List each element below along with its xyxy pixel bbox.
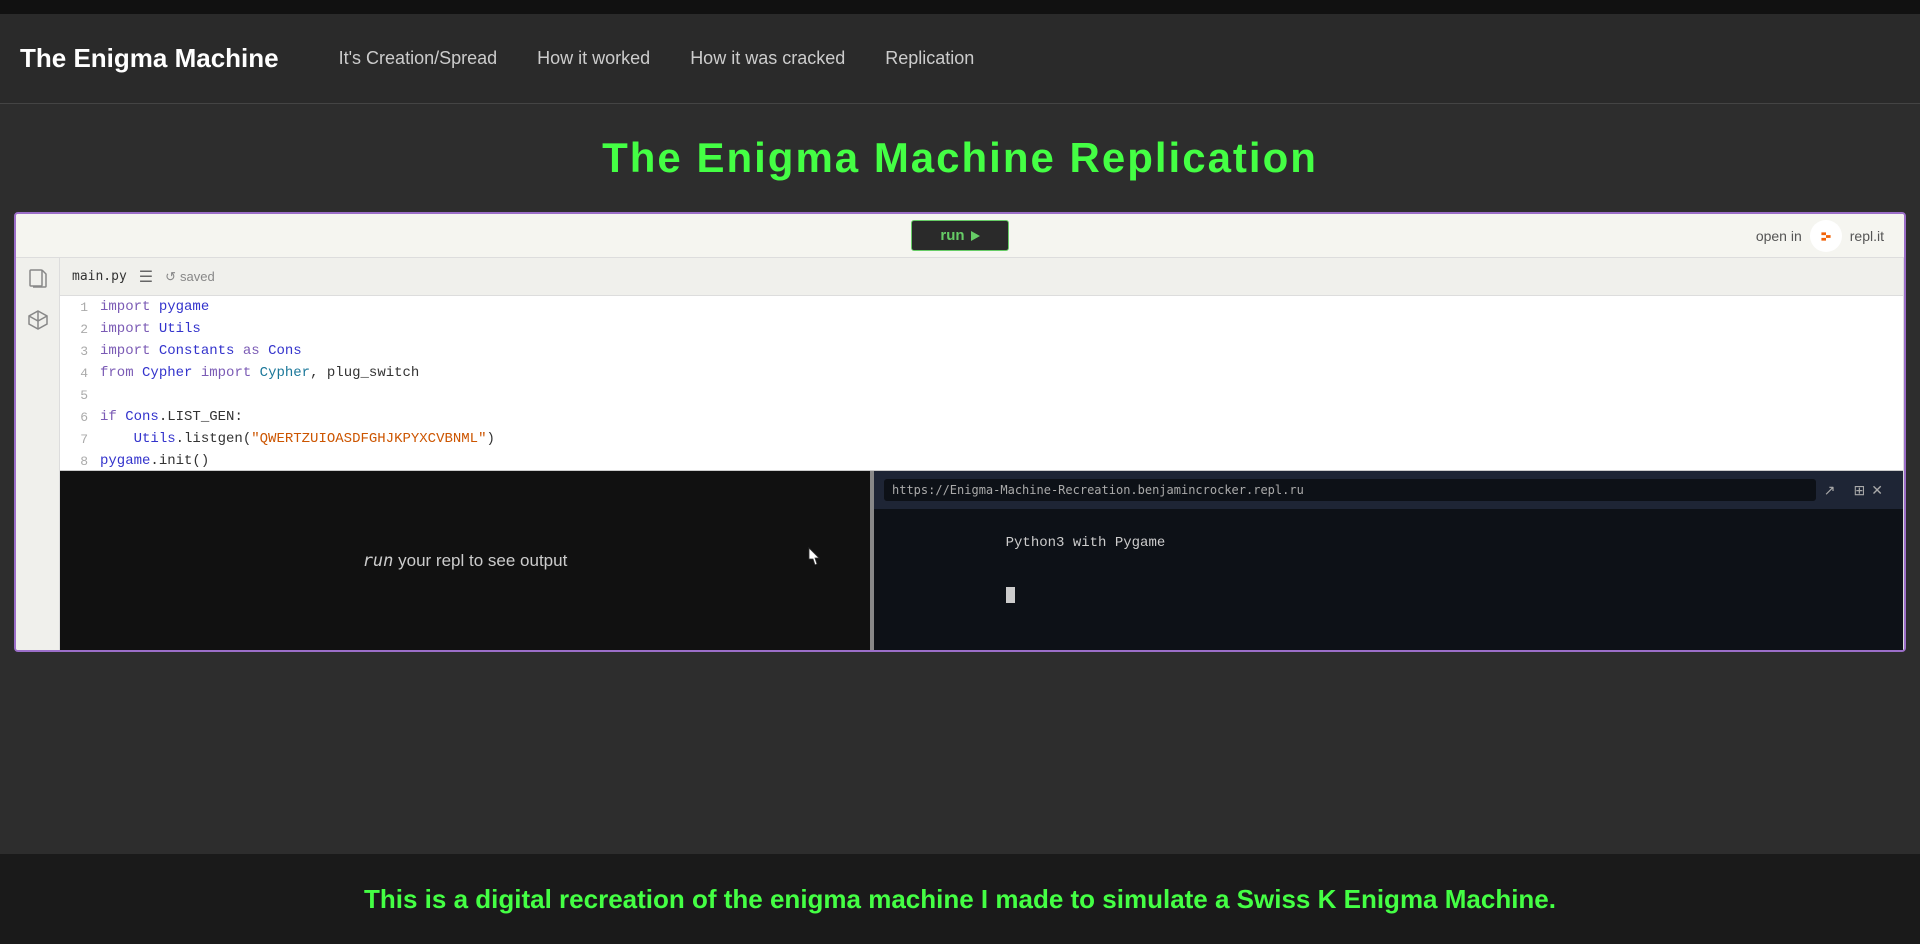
nav-link-replication[interactable]: Replication (885, 48, 974, 69)
run-button[interactable]: run (911, 220, 1008, 251)
open-in-repl[interactable]: open in repl.it (1756, 220, 1884, 252)
repl-container: run open in repl.it (14, 212, 1906, 652)
footer-text: This is a digital recreation of the enig… (324, 884, 1596, 915)
code-lines: 1 import pygame 2 import Utils 3 import … (60, 296, 1903, 470)
code-line-8: 8 pygame.init() (60, 450, 1903, 470)
code-line-5: 5 (60, 384, 1903, 406)
repl-logo (1810, 220, 1842, 252)
nav-link-how-cracked[interactable]: How it was cracked (690, 48, 845, 69)
browser-panel: ↗ ⊞ ✕ Python3 with Pygame (874, 471, 1903, 650)
repl-site-label: repl.it (1850, 228, 1884, 244)
saved-text: saved (180, 269, 215, 284)
file-icon[interactable] (26, 268, 50, 292)
cube-icon[interactable] (26, 308, 50, 332)
repl-sidebar (16, 258, 60, 650)
console-panel: run your repl to see output (60, 471, 870, 650)
code-line-2: 2 import Utils (60, 318, 1903, 340)
play-icon (971, 231, 980, 241)
console-run-word: run (363, 551, 394, 571)
code-line-6: 6 if Cons.LIST_GEN: (60, 406, 1903, 428)
saved-indicator: ↺ saved (165, 269, 215, 285)
repl-top-bar: run open in repl.it (16, 214, 1904, 258)
editor-tab-bar: main.py ☰ ↺ saved (60, 258, 1903, 296)
page-title-section: The Enigma Machine Replication (0, 104, 1920, 202)
code-line-1: 1 import pygame (60, 296, 1903, 318)
code-line-4: 4 from Cypher import Cypher, plug_switch (60, 362, 1903, 384)
bottom-panel: run your repl to see output ↗ (60, 470, 1903, 650)
run-label: run (940, 227, 964, 244)
browser-content: Python3 with Pygame (874, 509, 1903, 650)
nav-link-how-worked[interactable]: How it worked (537, 48, 650, 69)
code-area[interactable]: 1 import pygame 2 import Utils 3 import … (60, 296, 1903, 470)
open-in-label: open in (1756, 228, 1802, 244)
top-bar (0, 0, 1920, 14)
nav-link-creation[interactable]: It's Creation/Spread (339, 48, 498, 69)
page-title: The Enigma Machine Replication (0, 134, 1920, 182)
refresh-icon: ↺ (165, 269, 176, 285)
editor-menu-icon[interactable]: ☰ (139, 267, 153, 287)
terminal-output: Python3 with Pygame (888, 519, 1889, 619)
editor-tab-main-py[interactable]: main.py (72, 269, 127, 284)
address-input[interactable] (884, 479, 1816, 501)
browser-address-bar: ↗ ⊞ ✕ (874, 471, 1903, 509)
code-line-3: 3 import Constants as Cons (60, 340, 1903, 362)
browser-close-icon[interactable]: ✕ (1871, 482, 1883, 499)
code-editor: main.py ☰ ↺ saved 1 import pygame 2 impo… (60, 258, 1904, 650)
site-title: The Enigma Machine (20, 43, 279, 74)
navigation: The Enigma Machine It's Creation/Spread … (0, 14, 1920, 104)
console-message-text: your repl to see output (398, 551, 567, 570)
footer-description: This is a digital recreation of the enig… (0, 854, 1920, 944)
browser-controls: ⊞ ✕ (1844, 478, 1893, 503)
open-external-icon[interactable]: ↗ (1824, 482, 1836, 499)
repl-body: main.py ☰ ↺ saved 1 import pygame 2 impo… (16, 258, 1904, 650)
code-line-7: 7 Utils.listgen("QWERTZUIOASDFGHJKPYXCVB… (60, 428, 1903, 450)
terminal-cursor (1006, 587, 1015, 603)
browser-expand-icon[interactable]: ⊞ (1854, 482, 1866, 499)
mouse-cursor-icon (808, 547, 820, 565)
console-message: run your repl to see output (363, 551, 568, 571)
